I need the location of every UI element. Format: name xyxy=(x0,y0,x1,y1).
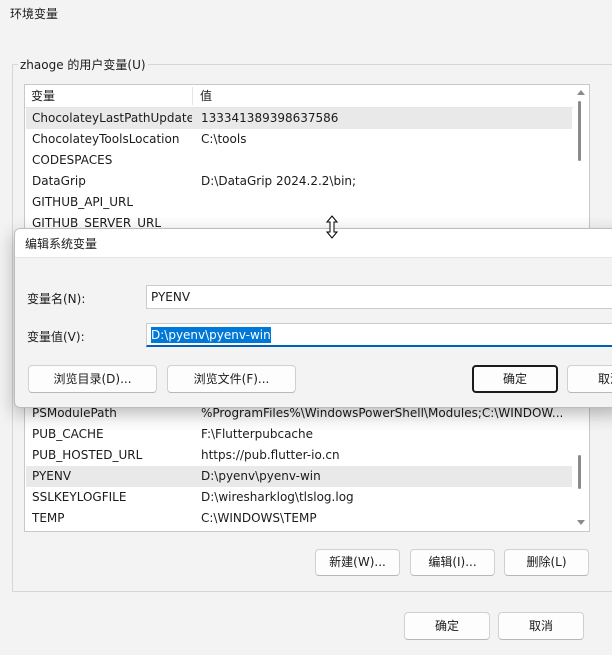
scroll-up-arrow-icon[interactable] xyxy=(577,90,585,95)
variable-value-input[interactable]: D:\pyenv\pyenv-win xyxy=(146,323,612,347)
column-header-value[interactable]: 值 xyxy=(200,85,212,107)
new-variable-button[interactable]: 新建(W)... xyxy=(315,549,400,576)
vertical-resize-cursor-icon xyxy=(326,215,338,239)
table-row[interactable]: PYENV D:\pyenv\pyenv-win xyxy=(26,466,572,487)
ok-button[interactable]: 确定 xyxy=(404,612,490,640)
variable-name-input[interactable]: PYENV xyxy=(146,285,612,309)
variable-name: TEMP xyxy=(32,511,65,525)
variable-value: C:\WINDOWS\TEMP xyxy=(201,511,317,525)
variable-name: DataGrip xyxy=(32,174,86,188)
variable-value: 133341389398637586 xyxy=(201,111,339,125)
variable-value: F:\Flutterpubcache xyxy=(201,427,314,441)
edit-variable-button[interactable]: 编辑(I)... xyxy=(410,549,495,576)
variable-value: D:\pyenv\pyenv-win xyxy=(201,469,321,483)
variable-name: CODESPACES xyxy=(32,153,113,167)
column-divider[interactable] xyxy=(192,87,193,105)
variable-value: https://pub.flutter-io.cn xyxy=(201,448,340,462)
variable-name: ChocolateyLastPathUpdate xyxy=(32,111,192,125)
dialog-ok-button[interactable]: 确定 xyxy=(472,365,558,393)
variable-name-label: 变量名(N): xyxy=(27,292,86,306)
scrollbar-thumb[interactable] xyxy=(578,455,581,489)
table-row[interactable]: ChocolateyLastPathUpdate 133341389398637… xyxy=(26,108,572,129)
browse-file-button[interactable]: 浏览文件(F)... xyxy=(167,365,296,393)
variable-name: SSLKEYLOGFILE xyxy=(32,490,127,504)
scrollbar-thumb[interactable] xyxy=(578,101,581,161)
dialog-cancel-button[interactable]: 取消 xyxy=(567,365,612,393)
table-row[interactable]: DataGrip D:\DataGrip 2024.2.2\bin; xyxy=(26,171,572,192)
table-row[interactable]: GITHUB_API_URL xyxy=(26,192,572,213)
variable-name: GITHUB_API_URL xyxy=(32,195,133,209)
table-row[interactable]: SSLKEYLOGFILE D:\wiresharklog\tlslog.log xyxy=(26,487,572,508)
variable-value: C:\tools xyxy=(201,132,247,146)
selected-text: D:\pyenv\pyenv-win xyxy=(151,327,271,343)
scroll-down-arrow-icon[interactable] xyxy=(577,520,585,525)
dialog-titlebar[interactable]: 编辑系统变量 xyxy=(15,229,612,258)
table-row[interactable]: PUB_CACHE F:\Flutterpubcache xyxy=(26,424,572,445)
cancel-button[interactable]: 取消 xyxy=(498,612,584,640)
table-row[interactable]: TEMP C:\WINDOWS\TEMP xyxy=(26,508,572,529)
table-row[interactable]: CODESPACES xyxy=(26,150,572,171)
variable-value: D:\wiresharklog\tlslog.log xyxy=(201,490,354,504)
delete-variable-button[interactable]: 删除(L) xyxy=(504,549,589,576)
table-row[interactable]: ChocolateyToolsLocation C:\tools xyxy=(26,129,572,150)
variable-name: PYENV xyxy=(32,469,72,483)
browse-directory-button[interactable]: 浏览目录(D)... xyxy=(28,365,157,393)
column-header-variable[interactable]: 变量 xyxy=(31,85,55,107)
list-header: 变量 值 xyxy=(25,85,573,108)
window-title: 环境变量 xyxy=(10,7,59,21)
variable-value-label: 变量值(V): xyxy=(27,330,85,344)
edit-system-variable-dialog: 编辑系统变量 变量名(N): PYENV 变量值(V): D:\pyenv\py… xyxy=(14,228,612,408)
variable-name: PUB_HOSTED_URL xyxy=(32,448,143,462)
table-row[interactable]: PUB_HOSTED_URL https://pub.flutter-io.cn xyxy=(26,445,572,466)
variable-value: D:\DataGrip 2024.2.2\bin; xyxy=(201,174,357,188)
user-variables-group-label: zhaoge 的用户变量(U) xyxy=(18,56,148,73)
variable-name: ChocolateyToolsLocation xyxy=(32,132,180,146)
variable-name: PUB_CACHE xyxy=(32,427,104,441)
dialog-title: 编辑系统变量 xyxy=(25,237,98,251)
